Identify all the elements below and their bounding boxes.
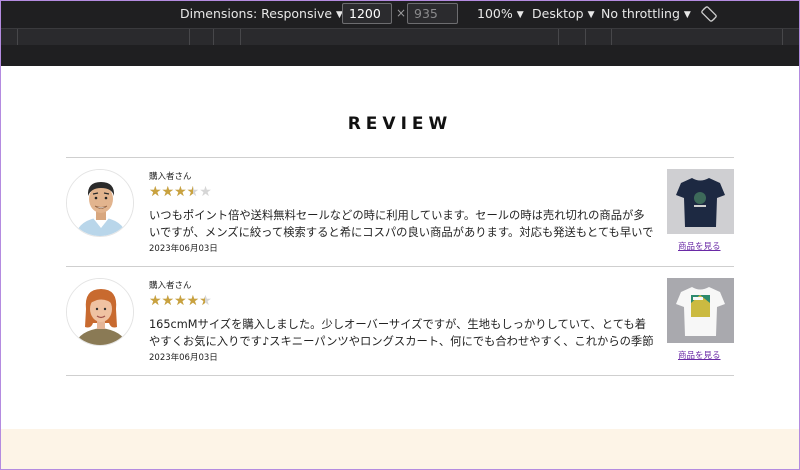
divider bbox=[66, 375, 734, 376]
navy-tshirt-icon bbox=[667, 169, 734, 234]
reviewer-name: 購入者さん bbox=[149, 172, 192, 182]
times-separator: × bbox=[396, 6, 407, 20]
avatar bbox=[66, 278, 134, 346]
device-label: Desktop bbox=[532, 6, 584, 21]
width-input[interactable]: 1200 bbox=[342, 3, 392, 24]
product-thumbnail[interactable] bbox=[667, 278, 734, 343]
page-viewport: REVIEW 購入者さん ★★★★★ ★★★★★ いつもポイント倍や送料無料セー… bbox=[0, 66, 800, 470]
product-thumbnail[interactable] bbox=[667, 169, 734, 234]
avatar bbox=[66, 169, 134, 237]
white-tshirt-icon bbox=[667, 278, 734, 343]
view-product-link[interactable]: 商品を見る bbox=[667, 240, 734, 252]
man-avatar-icon bbox=[67, 170, 133, 236]
throttling-label: No throttling bbox=[601, 6, 680, 21]
review-date: 2023年06月03日 bbox=[149, 353, 218, 363]
throttling-dropdown[interactable]: No throttling ▼ bbox=[601, 6, 691, 21]
chevron-down-icon: ▼ bbox=[516, 10, 524, 20]
chevron-down-icon: ▼ bbox=[683, 10, 691, 20]
device-dropdown[interactable]: Desktop ▼ bbox=[532, 6, 594, 21]
star-rating-filled-icon: ★★★★★ bbox=[149, 186, 193, 199]
chevron-down-icon: ▼ bbox=[587, 10, 595, 20]
dimensions-dropdown[interactable]: Dimensions: Responsive ▼ bbox=[180, 6, 343, 21]
review-text: 165cmMサイズを購入しました。少しオーバーサイズですが、生地もしっかりしてい… bbox=[149, 318, 654, 348]
review-date: 2023年06月03日 bbox=[149, 244, 218, 254]
review-item: 購入者さん ★★★★★ ★★★★★ 165cmMサイズを購入しました。少しオーバ… bbox=[66, 267, 734, 374]
review-item: 購入者さん ★★★★★ ★★★★★ いつもポイント倍や送料無料セールなどの時に利… bbox=[66, 158, 734, 265]
height-input[interactable]: 935 bbox=[407, 3, 458, 24]
zoom-dropdown[interactable]: 100% ▼ bbox=[477, 6, 524, 21]
star-rating-filled-icon: ★★★★★ bbox=[149, 295, 205, 308]
rotate-icon[interactable] bbox=[700, 5, 718, 23]
woman-avatar-icon bbox=[67, 279, 133, 345]
footer-band bbox=[0, 429, 800, 470]
media-query-ruler[interactable] bbox=[0, 28, 800, 45]
view-product-link[interactable]: 商品を見る bbox=[667, 349, 734, 361]
toolbar-gap bbox=[0, 45, 800, 66]
review-text: いつもポイント倍や送料無料セールなどの時に利用しています。セールの時は売れ切れの… bbox=[149, 209, 654, 239]
zoom-label: 100% bbox=[477, 6, 513, 21]
star-rating: ★★★★★ ★★★★★ bbox=[149, 294, 212, 308]
page-title: REVIEW bbox=[347, 114, 453, 134]
reviewer-name: 購入者さん bbox=[149, 281, 192, 291]
dimensions-label: Dimensions: Responsive bbox=[180, 6, 333, 21]
star-rating: ★★★★★ ★★★★★ bbox=[149, 185, 212, 199]
device-toolbar: Dimensions: Responsive ▼ 1200 × 935 100% ▼… bbox=[0, 0, 800, 28]
